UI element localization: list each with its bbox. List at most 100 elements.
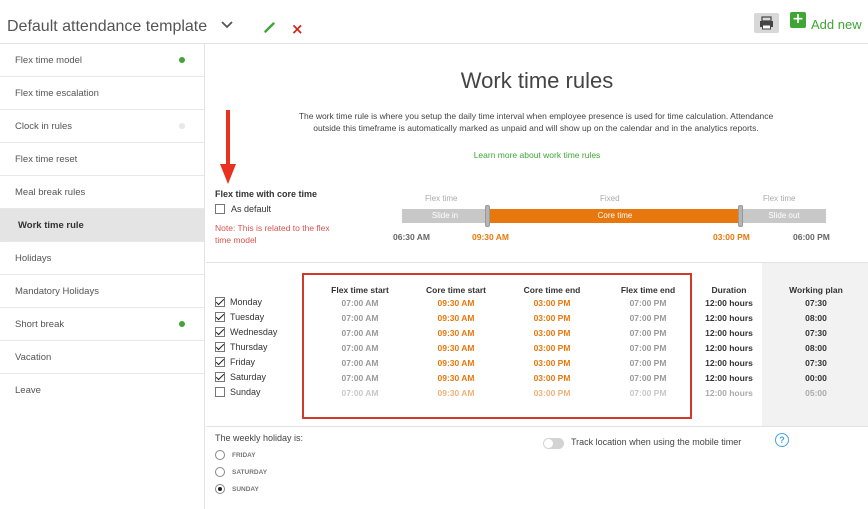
time-cell[interactable]: 07:00 AM bbox=[312, 373, 408, 383]
core-end-handle[interactable] bbox=[738, 205, 743, 227]
add-new-button[interactable]: + bbox=[790, 12, 806, 28]
time-cell[interactable]: 09:30 AM bbox=[408, 373, 504, 383]
col-duration: Duration bbox=[711, 285, 747, 295]
time-cell[interactable]: 07:00 PM bbox=[600, 328, 696, 338]
weekly-holiday-option[interactable]: SATURDAY bbox=[215, 467, 267, 477]
time-cell[interactable]: 07:00 AM bbox=[312, 298, 408, 308]
sidebar-item[interactable]: Flex time escalation bbox=[0, 77, 204, 110]
working-plan-cell[interactable]: 07:30 bbox=[764, 358, 868, 368]
time-cell[interactable]: 07:00 AM bbox=[312, 388, 408, 398]
time-cell[interactable]: 07:00 AM bbox=[312, 328, 408, 338]
weekly-holiday-option[interactable]: SUNDAY bbox=[215, 484, 259, 494]
time-cell[interactable]: 09:30 AM bbox=[408, 328, 504, 338]
core-time-bar: Core time bbox=[488, 209, 742, 223]
duration-cell: 12:00 hours bbox=[705, 358, 753, 368]
time-cell[interactable]: 07:00 PM bbox=[600, 388, 696, 398]
day-checkbox[interactable] bbox=[215, 327, 225, 337]
time-cell[interactable]: 07:00 AM bbox=[312, 313, 408, 323]
working-plan-cell[interactable]: 05:00 bbox=[764, 388, 868, 398]
as-default-option[interactable]: As default bbox=[215, 204, 271, 214]
col-flex-end: Flex time end bbox=[620, 285, 676, 295]
time-cell[interactable]: 07:00 PM bbox=[600, 343, 696, 353]
slide-out-bar: Slide out bbox=[742, 209, 826, 223]
col-core-start: Core time start bbox=[426, 285, 486, 295]
learn-more-link[interactable]: Learn more about work time rules bbox=[206, 150, 868, 160]
sidebar-item[interactable]: Short break bbox=[0, 308, 204, 341]
status-dot bbox=[179, 57, 185, 63]
day-label: Sunday bbox=[230, 387, 261, 397]
weekly-holiday-option[interactable]: FRIDAY bbox=[215, 450, 256, 460]
radio-button[interactable] bbox=[215, 484, 225, 494]
help-icon[interactable]: ? bbox=[775, 433, 789, 447]
duration-cell: 12:00 hours bbox=[705, 328, 753, 338]
time-cell[interactable]: 03:00 PM bbox=[504, 358, 600, 368]
time-cell[interactable]: 07:00 PM bbox=[600, 298, 696, 308]
as-default-label: As default bbox=[231, 204, 272, 214]
print-button[interactable] bbox=[754, 13, 779, 33]
time-cell[interactable]: 09:30 AM bbox=[408, 343, 504, 353]
sidebar-item[interactable]: Mandatory Holidays bbox=[0, 275, 204, 308]
working-plan-cell[interactable]: 08:00 bbox=[764, 343, 868, 353]
radio-button[interactable] bbox=[215, 467, 225, 477]
working-plan-cell[interactable]: 00:00 bbox=[764, 373, 868, 383]
col-working-plan: Working plan bbox=[789, 285, 843, 295]
col-flex-start: Flex time start bbox=[331, 285, 389, 295]
day-option[interactable]: Friday bbox=[215, 357, 255, 367]
day-option[interactable]: Wednesday bbox=[215, 327, 277, 337]
sidebar-item[interactable]: Vacation bbox=[0, 341, 204, 374]
working-plan-cell[interactable]: 07:30 bbox=[764, 328, 868, 338]
time-cell[interactable]: 09:30 AM bbox=[408, 298, 504, 308]
time-cell[interactable]: 03:00 PM bbox=[504, 388, 600, 398]
day-label: Monday bbox=[230, 297, 263, 307]
working-plan-cell[interactable]: 07:30 bbox=[764, 298, 868, 308]
track-location-toggle[interactable] bbox=[543, 438, 564, 449]
sidebar-item[interactable]: Leave bbox=[0, 374, 204, 407]
sidebar-item-label: Work time rule bbox=[18, 220, 84, 231]
time-cell[interactable]: 03:00 PM bbox=[504, 328, 600, 338]
time-cell[interactable]: 07:00 AM bbox=[312, 343, 408, 353]
sidebar-item[interactable]: Work time rule bbox=[0, 209, 204, 242]
time-cell[interactable]: 09:30 AM bbox=[408, 358, 504, 368]
day-checkbox[interactable] bbox=[215, 357, 225, 367]
close-icon[interactable]: × bbox=[291, 21, 304, 37]
day-checkbox[interactable] bbox=[215, 312, 225, 322]
sidebar: Flex time model Flex time escalation Clock… bbox=[0, 44, 205, 509]
time-cell[interactable]: 07:00 PM bbox=[600, 358, 696, 368]
status-dot bbox=[179, 321, 185, 327]
time-cell[interactable]: 07:00 PM bbox=[600, 313, 696, 323]
sidebar-item[interactable]: Holidays bbox=[0, 242, 204, 275]
top-bar: Default attendance template × + Add new bbox=[0, 0, 868, 44]
sidebar-item[interactable]: Flex time model bbox=[0, 44, 204, 77]
day-option[interactable]: Sunday bbox=[215, 387, 261, 397]
sidebar-item[interactable]: Meal break rules bbox=[0, 176, 204, 209]
radio-button[interactable] bbox=[215, 450, 225, 460]
day-option[interactable]: Tuesday bbox=[215, 312, 264, 322]
day-option[interactable]: Monday bbox=[215, 297, 262, 307]
page-description: The work time rule is where you setup th… bbox=[298, 111, 774, 133]
day-option[interactable]: Thursday bbox=[215, 342, 268, 352]
edit-pencil-icon[interactable] bbox=[264, 22, 275, 33]
working-plan-cell[interactable]: 08:00 bbox=[764, 313, 868, 323]
duration-cell: 12:00 hours bbox=[705, 373, 753, 383]
duration-cell: 12:00 hours bbox=[705, 388, 753, 398]
time-cell[interactable]: 03:00 PM bbox=[504, 313, 600, 323]
time-cell[interactable]: 03:00 PM bbox=[504, 373, 600, 383]
time-cell[interactable]: 09:30 AM bbox=[408, 313, 504, 323]
core-start-handle[interactable] bbox=[485, 205, 490, 227]
time-cell[interactable]: 07:00 PM bbox=[600, 373, 696, 383]
day-checkbox[interactable] bbox=[215, 297, 225, 307]
day-label: Thursday bbox=[230, 342, 268, 352]
as-default-checkbox[interactable] bbox=[215, 204, 225, 214]
time-cell[interactable]: 09:30 AM bbox=[408, 388, 504, 398]
time-cell[interactable]: 03:00 PM bbox=[504, 343, 600, 353]
day-checkbox[interactable] bbox=[215, 387, 225, 397]
chevron-down-icon[interactable] bbox=[221, 21, 233, 29]
day-checkbox[interactable] bbox=[215, 342, 225, 352]
add-new-label[interactable]: Add new bbox=[811, 17, 862, 32]
time-cell[interactable]: 07:00 AM bbox=[312, 358, 408, 368]
sidebar-item[interactable]: Clock in rules bbox=[0, 110, 204, 143]
sidebar-item[interactable]: Flex time reset bbox=[0, 143, 204, 176]
day-option[interactable]: Saturday bbox=[215, 372, 266, 382]
day-checkbox[interactable] bbox=[215, 372, 225, 382]
time-cell[interactable]: 03:00 PM bbox=[504, 298, 600, 308]
